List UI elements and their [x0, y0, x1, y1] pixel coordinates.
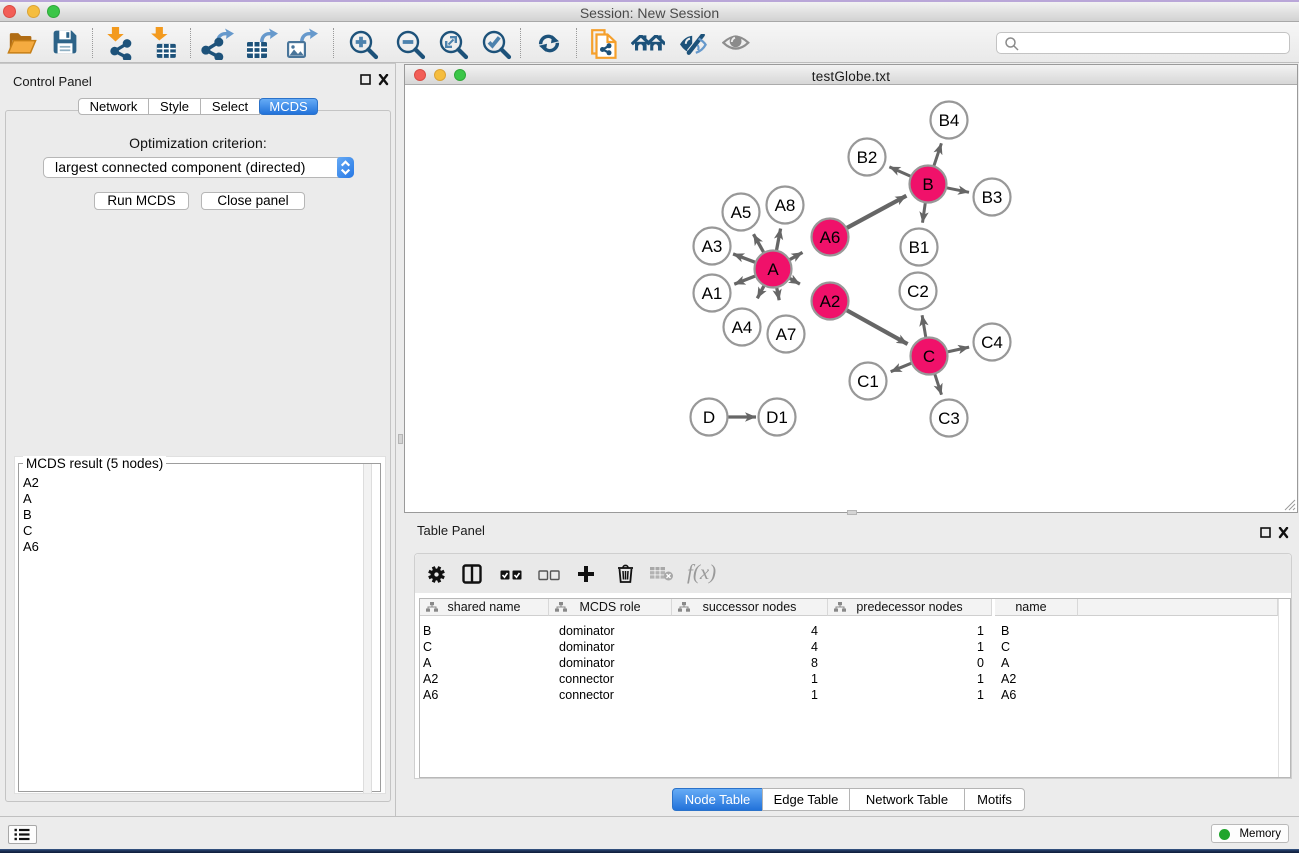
svg-text:D: D: [703, 408, 715, 427]
svg-text:C4: C4: [981, 333, 1003, 352]
svg-text:A: A: [767, 260, 779, 279]
svg-text:C2: C2: [907, 282, 929, 301]
svg-text:A2: A2: [820, 292, 841, 311]
svg-text:B: B: [922, 175, 933, 194]
svg-text:B1: B1: [909, 238, 930, 257]
svg-text:C1: C1: [857, 372, 879, 391]
svg-text:B2: B2: [857, 148, 878, 167]
svg-text:B4: B4: [939, 111, 960, 130]
svg-text:C3: C3: [938, 409, 960, 428]
svg-text:A3: A3: [702, 237, 723, 256]
svg-text:A1: A1: [702, 284, 723, 303]
svg-text:A7: A7: [776, 325, 797, 344]
svg-text:A4: A4: [732, 318, 753, 337]
svg-text:A6: A6: [820, 228, 841, 247]
svg-text:C: C: [923, 347, 935, 366]
svg-text:D1: D1: [766, 408, 788, 427]
svg-text:B3: B3: [982, 188, 1003, 207]
svg-text:A5: A5: [731, 203, 752, 222]
svg-text:A8: A8: [775, 196, 796, 215]
